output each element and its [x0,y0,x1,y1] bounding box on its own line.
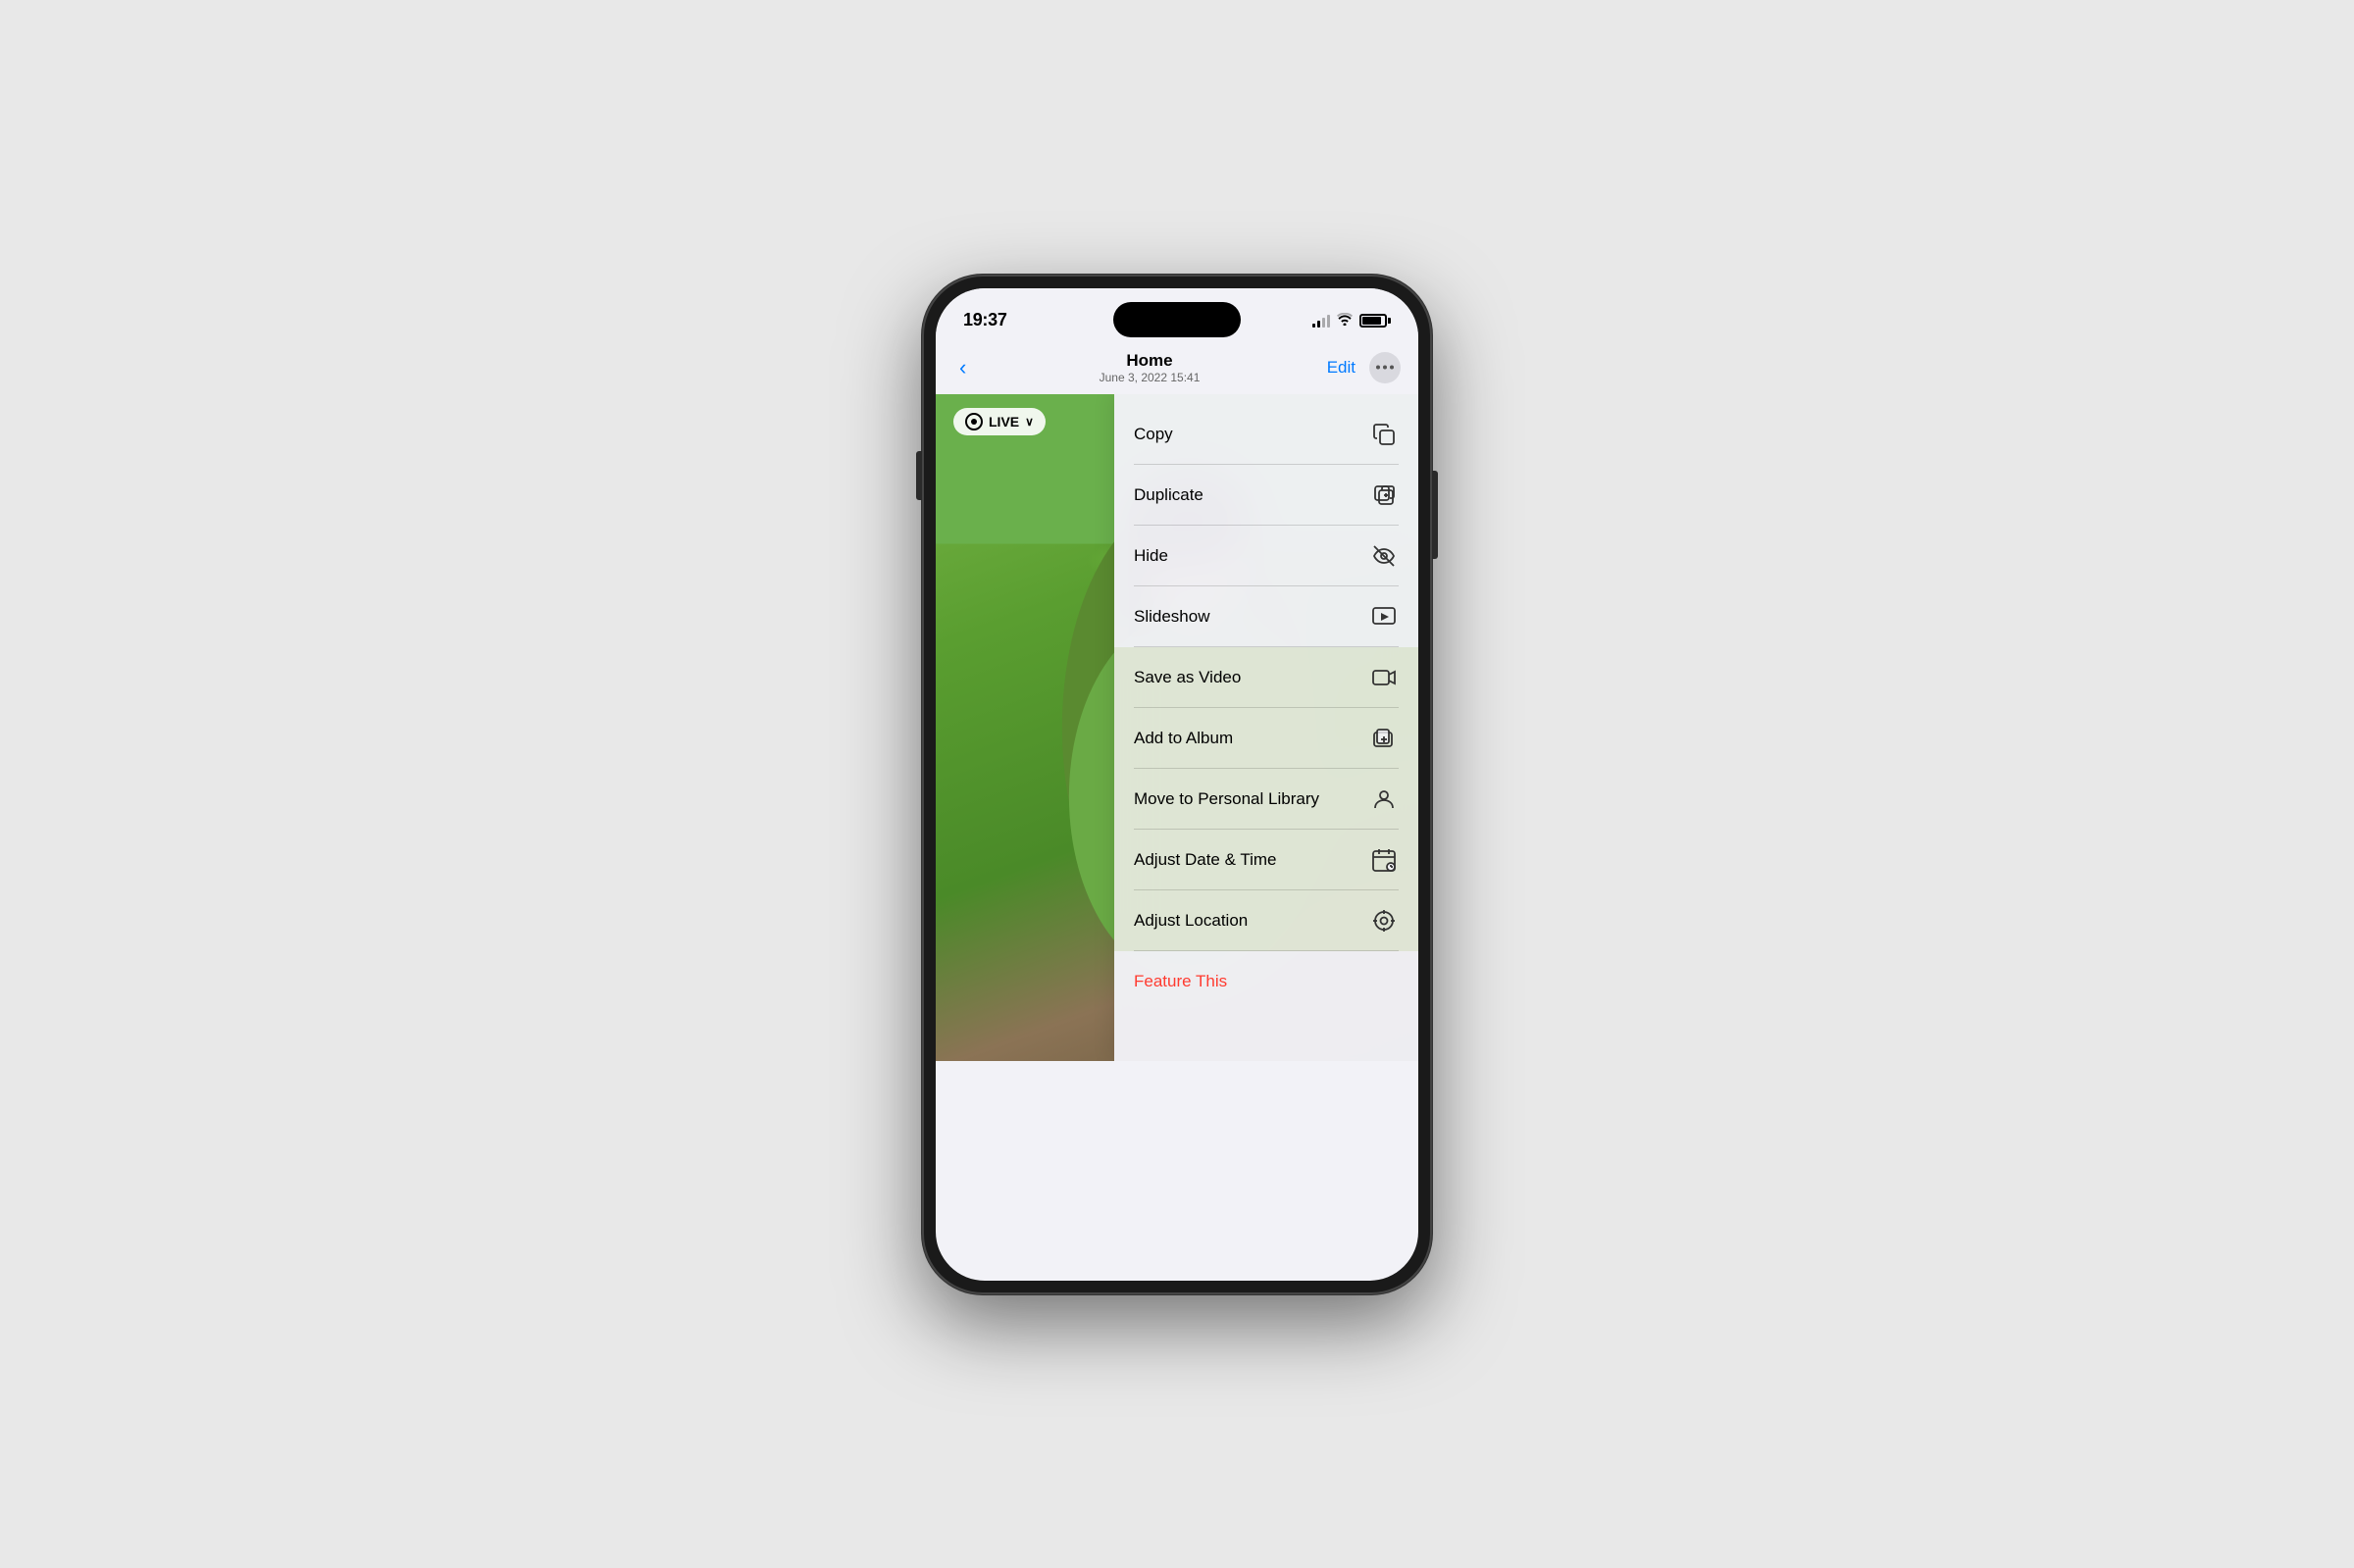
menu-items-list: Copy Duplicate [1114,394,1418,1012]
menu-item-save-video[interactable]: Save as Video [1114,647,1418,708]
location-icon [1369,906,1399,936]
more-button[interactable] [1369,352,1401,383]
menu-item-feature[interactable]: Feature This [1114,951,1418,1012]
nav-title: Home [1100,351,1201,371]
nav-bar: ‹ Home June 3, 2022 15:41 Edit [936,341,1418,394]
hide-icon [1369,541,1399,571]
menu-item-copy[interactable]: Copy [1114,404,1418,465]
menu-item-add-album[interactable]: Add to Album [1114,708,1418,769]
nav-center: Home June 3, 2022 15:41 [1100,351,1201,384]
back-button[interactable]: ‹ [953,349,972,386]
slideshow-icon [1369,602,1399,632]
live-chevron: ∨ [1025,415,1034,429]
live-badge[interactable]: LIVE ∨ [953,408,1046,435]
signal-icon [1312,314,1330,328]
live-label: LIVE [989,414,1019,430]
video-icon [1369,663,1399,692]
edit-button[interactable]: Edit [1327,358,1356,378]
nav-right: Edit [1327,352,1401,383]
menu-item-adjust-location[interactable]: Adjust Location [1114,890,1418,951]
context-menu: Copy Duplicate [1114,394,1418,1061]
photo-area: LIVE ∨ Copy [936,394,1418,1061]
calendar-icon [1369,845,1399,875]
menu-item-slideshow[interactable]: Slideshow [1114,586,1418,647]
battery-icon [1359,314,1391,328]
menu-item-adjust-date[interactable]: Adjust Date & Time [1114,830,1418,890]
phone-screen: 19:37 [936,288,1418,1281]
add-album-icon [1369,724,1399,753]
menu-item-duplicate[interactable]: Duplicate [1114,465,1418,526]
copy-icon [1369,420,1399,449]
person-icon [1369,784,1399,814]
wifi-icon [1337,313,1353,329]
power-button[interactable] [1432,471,1438,559]
phone-frame: 19:37 [922,275,1432,1294]
dynamic-island [1113,302,1241,337]
status-time: 19:37 [963,310,1007,330]
status-icons [1312,313,1391,329]
duplicate-icon [1369,481,1399,510]
menu-item-personal-library[interactable]: Move to Personal Library [1114,769,1418,830]
live-target-icon [965,413,983,430]
nav-subtitle: June 3, 2022 15:41 [1100,371,1201,384]
menu-item-hide[interactable]: Hide [1114,526,1418,586]
